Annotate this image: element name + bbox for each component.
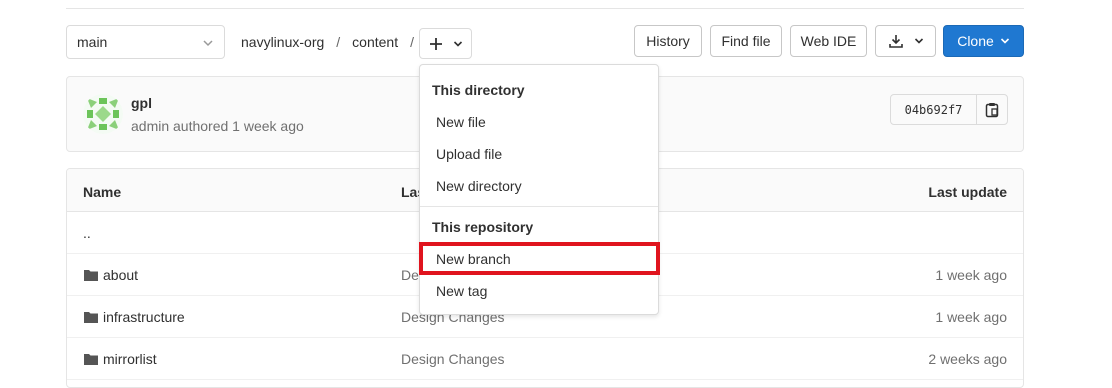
menu-item-new-tag[interactable]: New tag: [424, 275, 654, 307]
menu-item-new-file[interactable]: New file: [424, 106, 654, 138]
menu-item-new-branch[interactable]: New branch: [419, 242, 660, 275]
chevron-down-icon: [914, 38, 923, 44]
folder-name: infrastructure: [103, 309, 185, 325]
breadcrumb-separator: /: [410, 34, 414, 50]
header-name: Name: [83, 184, 122, 200]
clone-label: Clone: [957, 33, 994, 49]
table-row[interactable]: mirrorlist Design Changes 2 weeks ago: [67, 338, 1023, 380]
folder-name: about: [103, 267, 139, 283]
chevron-down-icon: [1000, 38, 1009, 44]
find-file-button[interactable]: Find file: [710, 25, 782, 57]
commit-author-meta: admin authored 1 week ago: [131, 118, 304, 134]
breadcrumb-group[interactable]: navylinux-org: [241, 34, 324, 50]
add-to-tree-button[interactable]: [419, 28, 472, 59]
last-update: 2 weeks ago: [928, 351, 1007, 367]
folder-link[interactable]: mirrorlist: [83, 351, 157, 367]
last-update: 1 week ago: [935, 309, 1007, 325]
avatar[interactable]: [83, 94, 123, 134]
branch-selector[interactable]: main: [66, 25, 225, 59]
copy-sha-button[interactable]: [977, 95, 1007, 124]
menu-item-upload-file[interactable]: Upload file: [424, 138, 654, 170]
chevron-down-icon: [453, 40, 462, 47]
parent-directory-link[interactable]: ..: [83, 225, 91, 241]
folder-name: mirrorlist: [103, 351, 157, 367]
folder-icon: [84, 312, 98, 323]
folder-link[interactable]: about: [83, 267, 138, 283]
commit-sha-group: 04b692f7: [890, 94, 1008, 125]
last-update: 1 week ago: [935, 267, 1007, 283]
add-dropdown-menu: This directory New file Upload file New …: [419, 64, 660, 315]
commit-message[interactable]: Design Changes: [401, 351, 505, 367]
menu-item-new-directory[interactable]: New directory: [424, 170, 654, 202]
branch-name: main: [77, 34, 108, 50]
section-header-repository: This repository: [432, 219, 534, 235]
clone-button[interactable]: Clone: [943, 25, 1024, 57]
web-ide-button[interactable]: Web IDE: [790, 25, 867, 57]
folder-icon: [84, 354, 98, 365]
breadcrumb-separator: /: [336, 34, 341, 50]
commit-sha[interactable]: 04b692f7: [891, 95, 977, 124]
download-icon: [888, 35, 903, 48]
history-button[interactable]: History: [634, 25, 702, 57]
section-header-directory: This directory: [432, 82, 525, 98]
download-button[interactable]: [875, 25, 936, 57]
chevron-down-icon: [203, 40, 213, 47]
header-last-update: Last update: [928, 184, 1007, 200]
breadcrumb: navylinux-org / content /: [241, 25, 426, 59]
clipboard-icon: [985, 102, 999, 117]
plus-icon: [429, 37, 442, 50]
breadcrumb-folder[interactable]: content: [352, 34, 398, 50]
identicon-icon: [83, 94, 123, 134]
folder-link[interactable]: infrastructure: [83, 309, 185, 325]
top-divider: [66, 8, 1024, 9]
commit-title[interactable]: gpl: [131, 95, 152, 111]
folder-icon: [84, 270, 98, 281]
menu-divider: [420, 206, 658, 207]
